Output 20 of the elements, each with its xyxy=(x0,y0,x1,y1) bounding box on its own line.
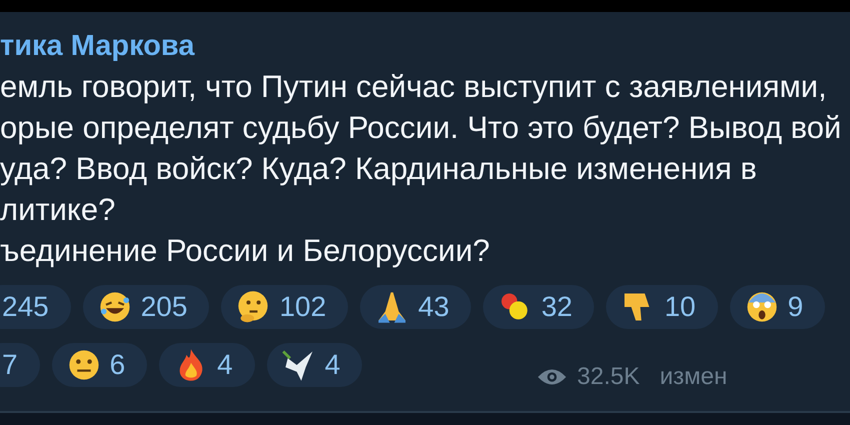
reaction-button[interactable]: 102 xyxy=(221,285,348,329)
eye-icon xyxy=(537,367,567,387)
reaction-button[interactable]: 10 xyxy=(606,285,718,329)
reaction-button[interactable]: 205 xyxy=(82,285,210,329)
reaction-button[interactable]: 43 xyxy=(360,285,472,329)
message-text: уда? Ввод войск? Куда? Кардинальные изменения в xyxy=(0,150,758,188)
reaction-button[interactable]: 7 xyxy=(0,343,40,387)
message-text: емль говорит, что Путин сейчас выступит с заявлениями, xyxy=(0,68,828,106)
reaction-button[interactable]: 245 xyxy=(0,285,71,329)
message-text: орые определят судьбу России. Что это будет? Вывод вой xyxy=(0,109,842,147)
reaction-button[interactable]: 9 xyxy=(730,285,826,329)
message-text: ъединение России и Белоруссии? xyxy=(0,232,491,270)
reaction-button[interactable]: 4 xyxy=(266,343,362,387)
message-text: литике? xyxy=(0,191,116,229)
view-count: 32.5K xyxy=(577,363,640,391)
reaction-button[interactable]: 6 xyxy=(52,343,148,387)
reaction-button[interactable]: 4 xyxy=(159,343,255,387)
reaction-button[interactable]: 32 xyxy=(483,285,594,329)
edited-label: измен xyxy=(660,363,728,391)
author-name[interactable]: тика Маркова xyxy=(0,30,850,62)
